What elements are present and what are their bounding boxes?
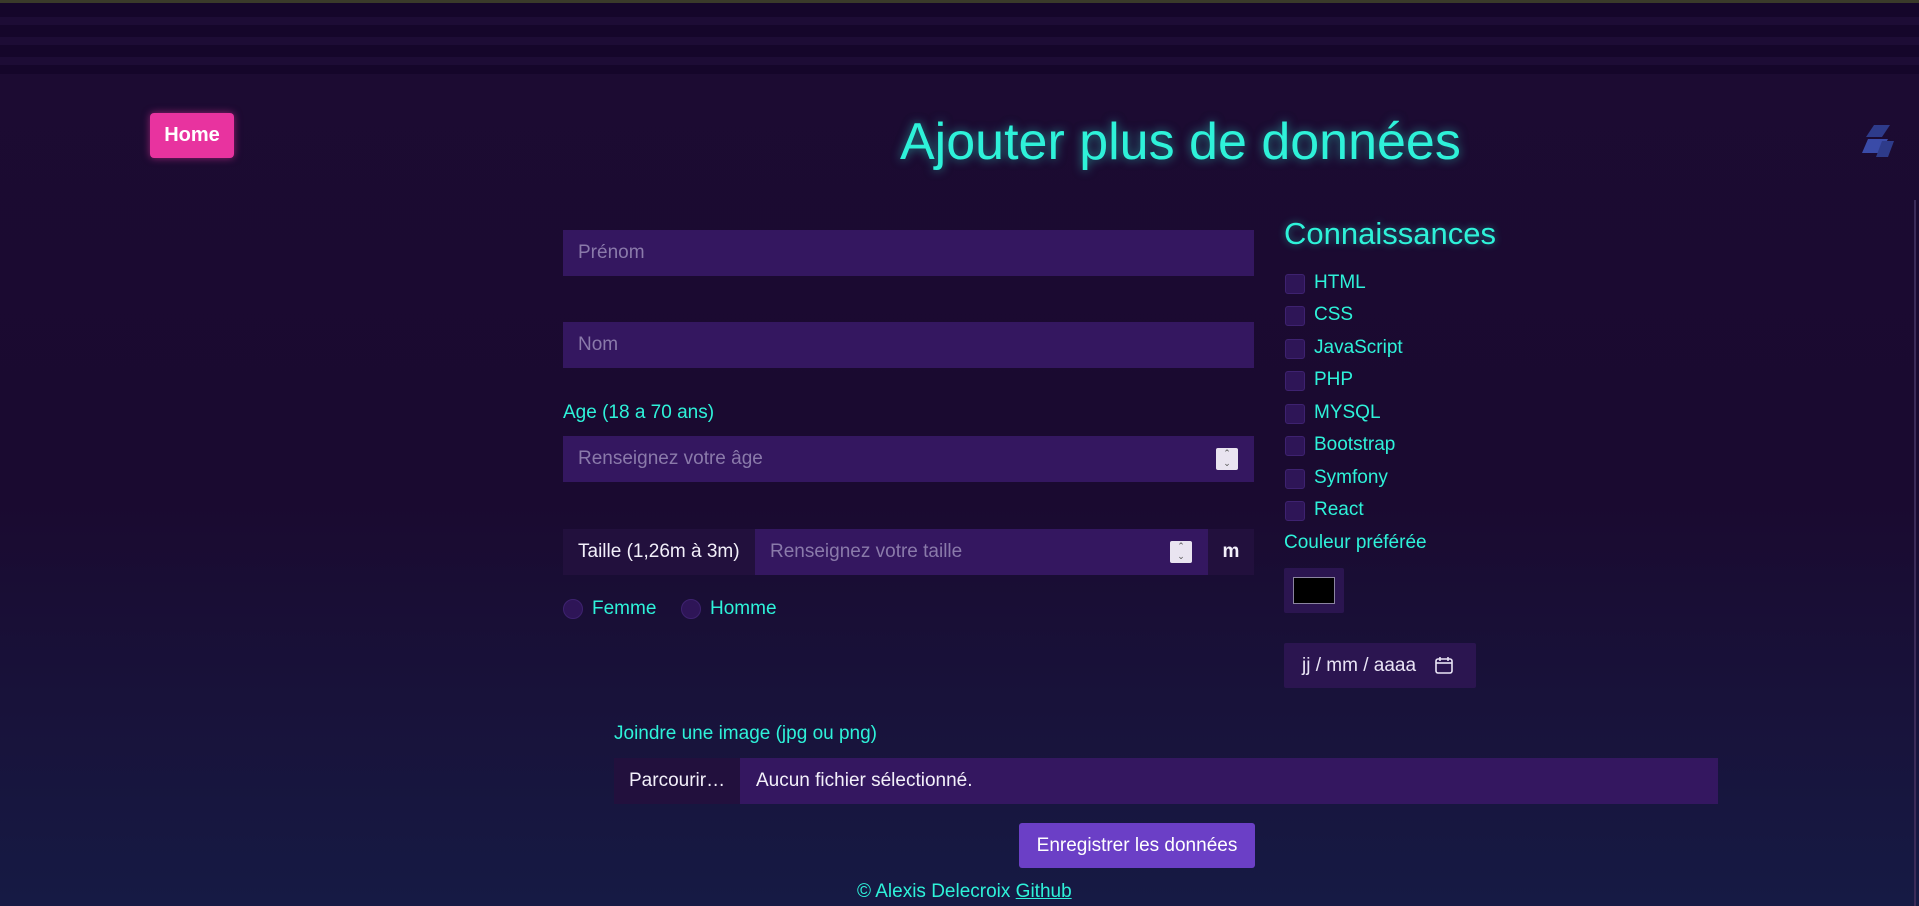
chevron-down-icon: ⌄ <box>1223 458 1231 468</box>
prenom-input[interactable] <box>563 230 1254 276</box>
scrollbar[interactable] <box>1914 200 1916 906</box>
banner-stripe <box>0 37 1919 45</box>
taille-unit: m <box>1208 529 1254 575</box>
home-button[interactable]: Home <box>150 113 234 158</box>
checkbox-css[interactable] <box>1285 306 1305 326</box>
copyright-text: © Alexis Delecroix <box>857 881 1011 902</box>
taille-input[interactable] <box>755 529 1208 575</box>
date-input[interactable]: jj / mm / aaaa <box>1284 643 1476 688</box>
color-swatch <box>1293 577 1335 604</box>
color-picker[interactable] <box>1284 568 1344 613</box>
checkbox-label-css: CSS <box>1314 304 1354 325</box>
checkbox-javascript[interactable] <box>1285 339 1305 359</box>
file-status: Aucun fichier sélectionné. <box>740 758 1718 804</box>
age-input[interactable] <box>563 436 1254 482</box>
radio-femme[interactable] <box>563 599 583 619</box>
radio-label-femme: Femme <box>592 598 657 619</box>
nom-input[interactable] <box>563 322 1254 368</box>
age-stepper[interactable]: ⌃ ⌄ <box>1216 448 1238 470</box>
date-placeholder: jj / mm / aaaa <box>1302 655 1417 676</box>
github-link[interactable]: Github <box>1016 881 1072 902</box>
chevron-up-icon: ⌃ <box>1223 448 1231 458</box>
checkbox-label-javascript: JavaScript <box>1314 337 1403 358</box>
logo-icon <box>1862 125 1894 157</box>
checkbox-php[interactable] <box>1285 371 1305 391</box>
checkbox-label-php: PHP <box>1314 369 1354 390</box>
age-label: Age (18 a 70 ans) <box>563 402 715 423</box>
checkbox-label-html: HTML <box>1314 272 1366 293</box>
submit-button[interactable]: Enregistrer les données <box>1019 823 1255 868</box>
browse-button[interactable]: Parcourir… <box>614 758 740 804</box>
taille-label: Taille (1,26m à 3m) <box>563 529 755 575</box>
footer: © Alexis Delecroix Github <box>857 881 1072 903</box>
skills-title: Connaissances <box>1284 216 1496 251</box>
page-title: Ajouter plus de données <box>900 113 1461 171</box>
radio-homme[interactable] <box>681 599 701 619</box>
checkbox-label-react: React <box>1314 499 1364 520</box>
checkbox-label-bootstrap: Bootstrap <box>1314 434 1396 455</box>
chevron-up-icon: ⌃ <box>1177 541 1185 551</box>
checkbox-html[interactable] <box>1285 274 1305 294</box>
checkbox-symfony[interactable] <box>1285 469 1305 489</box>
chevron-down-icon: ⌄ <box>1177 551 1185 561</box>
checkbox-label-symfony: Symfony <box>1314 467 1388 488</box>
checkbox-bootstrap[interactable] <box>1285 436 1305 456</box>
checkbox-react[interactable] <box>1285 501 1305 521</box>
banner-stripe <box>0 57 1919 65</box>
top-banner <box>0 0 1919 74</box>
banner-stripe <box>0 17 1919 25</box>
color-label: Couleur préférée <box>1284 532 1427 553</box>
taille-stepper[interactable]: ⌃ ⌄ <box>1170 541 1192 563</box>
calendar-icon[interactable] <box>1434 655 1454 675</box>
top-border <box>0 0 1919 3</box>
file-label: Joindre une image (jpg ou png) <box>614 723 878 744</box>
checkbox-mysql[interactable] <box>1285 404 1305 424</box>
radio-label-homme: Homme <box>710 598 777 619</box>
checkbox-label-mysql: MYSQL <box>1314 402 1381 423</box>
